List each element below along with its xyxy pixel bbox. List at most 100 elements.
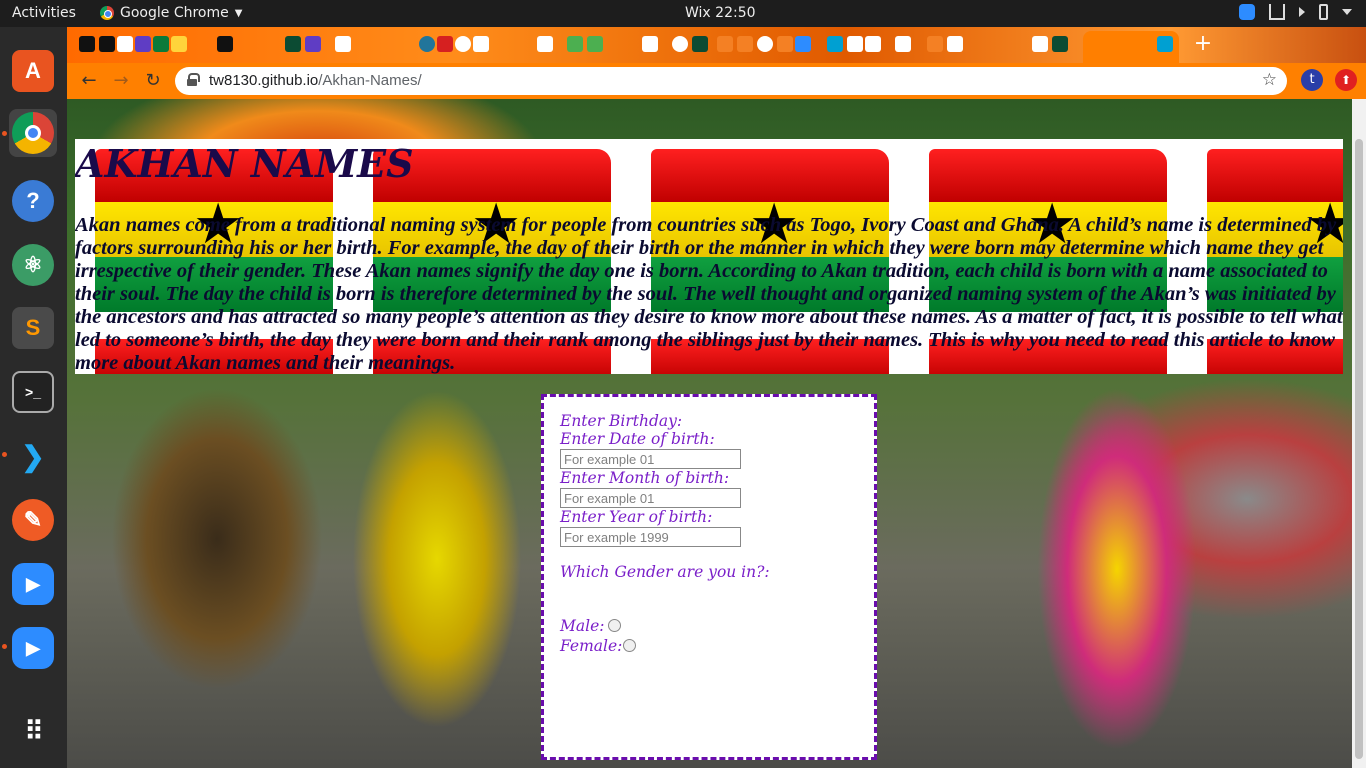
lock-icon[interactable] [187, 73, 200, 86]
tab-favicon[interactable] [777, 36, 793, 52]
tab-favicon[interactable] [117, 36, 133, 52]
tab-favicon[interactable] [1157, 36, 1173, 52]
tab-favicon[interactable] [99, 36, 115, 52]
new-tab-button[interactable]: + [1191, 33, 1215, 57]
tab-favicon[interactable] [947, 36, 963, 52]
tab-favicon[interactable] [419, 36, 435, 52]
url-text[interactable]: tw8130.github.io/Akhan-Names/ [209, 72, 422, 89]
browser-toolbar: ← → ↻ tw8130.github.io/Akhan-Names/ ☆ t … [67, 63, 1366, 99]
chrome-icon [100, 6, 114, 20]
tab-favicon[interactable] [305, 36, 321, 52]
show-applications-button[interactable]: ⠿ [9, 707, 57, 755]
date-input[interactable] [560, 449, 741, 469]
volume-icon[interactable] [1299, 7, 1305, 17]
tab-favicon[interactable] [927, 36, 943, 52]
atom-launcher[interactable]: ⚛ [9, 241, 57, 289]
header-section: ★ ★ ★ ★ ★ AKHAN NAMES Akan names come fr… [75, 139, 1343, 374]
tab-favicon[interactable] [285, 36, 301, 52]
zoom-icon: ▶ [12, 563, 54, 605]
female-radio[interactable] [623, 639, 636, 652]
running-indicator [2, 452, 7, 457]
tab-favicon[interactable] [537, 36, 553, 52]
male-radio[interactable] [608, 619, 621, 632]
help-launcher[interactable]: ? [9, 177, 57, 225]
tab-strip: ✕ + [67, 27, 1366, 63]
tab-favicon[interactable] [642, 36, 658, 52]
zoom-launcher-2[interactable]: ▶ [9, 624, 57, 672]
software-center-icon: A [12, 50, 54, 92]
sublime-text-icon: S [12, 307, 54, 349]
tab-favicon[interactable] [672, 36, 688, 52]
scrollbar-thumb[interactable] [1355, 139, 1363, 759]
grid-icon: ⠿ [24, 715, 43, 746]
chevron-down-icon: ▼ [234, 7, 243, 19]
sublime-launcher[interactable]: S [9, 304, 57, 352]
battery-icon[interactable] [1319, 4, 1328, 20]
system-tray[interactable] [1239, 4, 1352, 20]
url-path: /Akhan-Names/ [318, 72, 422, 89]
reload-icon[interactable]: ↻ [141, 69, 165, 93]
female-label: Female: [560, 637, 623, 655]
chrome-launcher[interactable] [9, 109, 57, 157]
terminal-launcher[interactable]: >_ [9, 368, 57, 416]
tab-favicon[interactable] [692, 36, 708, 52]
running-indicator [2, 131, 7, 136]
vscode-icon: ❯ [12, 435, 54, 477]
back-icon[interactable]: ← [77, 69, 101, 93]
male-label: Male: [560, 617, 605, 635]
activities-button[interactable]: Activities [12, 5, 76, 21]
tab-favicon[interactable] [847, 36, 863, 52]
tab-favicon[interactable] [79, 36, 95, 52]
system-menu-arrow-icon[interactable] [1342, 9, 1352, 15]
running-indicator [2, 644, 7, 649]
clock[interactable]: Wix 22:50 [685, 5, 756, 21]
tab-favicon[interactable] [895, 36, 911, 52]
tab-favicon[interactable] [437, 36, 453, 52]
postman-icon: ✎ [12, 499, 54, 541]
address-bar[interactable]: tw8130.github.io/Akhan-Names/ ☆ [175, 67, 1287, 95]
month-input[interactable] [560, 488, 741, 508]
tab-favicon[interactable] [171, 36, 187, 52]
network-icon[interactable] [1269, 4, 1285, 20]
bookmark-star-icon[interactable]: ☆ [1262, 70, 1277, 90]
tab-favicon[interactable] [567, 36, 583, 52]
gender-label: Which Gender are you in?: [560, 563, 770, 581]
tab-favicon[interactable] [153, 36, 169, 52]
url-host: tw8130.github.io [209, 72, 319, 89]
chrome-icon [12, 112, 54, 154]
tab-favicon[interactable] [795, 36, 811, 52]
intro-paragraph: Akan names come from a traditional namin… [75, 214, 1343, 374]
profile-avatar[interactable]: t [1301, 69, 1323, 91]
tab-favicon[interactable] [473, 36, 489, 52]
tab-favicon[interactable] [335, 36, 351, 52]
zoom-launcher[interactable]: ▶ [9, 560, 57, 608]
extension-icon[interactable]: ⬆ [1335, 69, 1357, 91]
forward-icon[interactable]: → [109, 69, 133, 93]
postman-launcher[interactable]: ✎ [9, 496, 57, 544]
year-label: Enter Year of birth: [560, 508, 713, 526]
birthday-form: Enter Birthday: Enter Date of birth: Ent… [541, 394, 877, 760]
tab-favicon[interactable] [757, 36, 773, 52]
page-viewport: ★ ★ ★ ★ ★ AKHAN NAMES Akan names come fr… [67, 99, 1352, 768]
software-center-launcher[interactable]: A [9, 47, 57, 95]
tab-favicon[interactable] [737, 36, 753, 52]
tab-favicon[interactable] [717, 36, 733, 52]
page-scrollbar[interactable] [1352, 99, 1366, 768]
app-menu[interactable]: Google Chrome ▼ [100, 5, 242, 21]
tab-favicon[interactable] [865, 36, 881, 52]
tab-favicon[interactable] [1032, 36, 1048, 52]
vscode-launcher[interactable]: ❯ [9, 432, 57, 480]
zoom-tray-icon[interactable] [1239, 4, 1255, 20]
tab-favicon[interactable] [587, 36, 603, 52]
year-input[interactable] [560, 527, 741, 547]
tab-favicon[interactable] [135, 36, 151, 52]
tab-favicon[interactable] [1052, 36, 1068, 52]
tab-favicon[interactable] [827, 36, 843, 52]
app-menu-label: Google Chrome [120, 5, 229, 21]
help-icon: ? [12, 180, 54, 222]
dock: A ? ⚛ S >_ ❯ ✎ ▶ ▶ ⠿ [0, 27, 67, 768]
zoom-icon: ▶ [12, 627, 54, 669]
tab-favicon[interactable] [217, 36, 233, 52]
terminal-icon: >_ [12, 371, 54, 413]
tab-favicon[interactable] [455, 36, 471, 52]
